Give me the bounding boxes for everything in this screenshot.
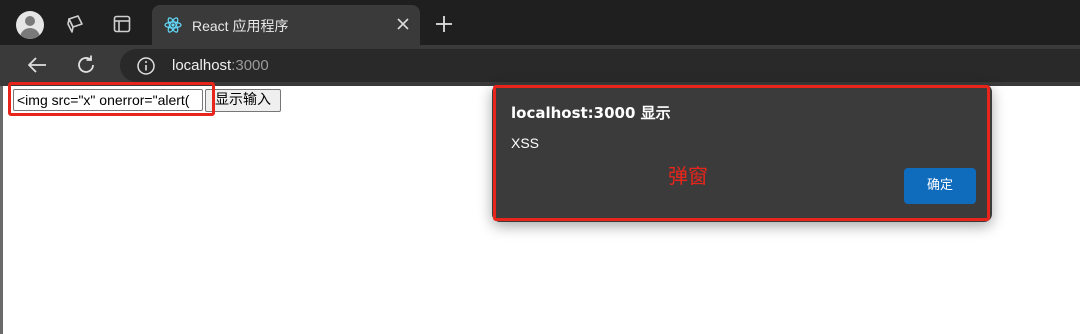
browser-window: React 应用程序 localhost:3000 <img src="x" o… bbox=[0, 0, 1080, 334]
react-logo-icon bbox=[164, 17, 182, 33]
site-info-icon[interactable] bbox=[136, 56, 156, 76]
url-text[interactable]: localhost:3000 bbox=[172, 57, 269, 74]
back-arrow-icon[interactable] bbox=[26, 54, 48, 76]
tab-title: React 应用程序 bbox=[192, 18, 289, 34]
alert-dialog: localhost:3000 显示 XSS 弹窗 确定 bbox=[492, 84, 992, 222]
address-bar[interactable]: localhost:3000 bbox=[120, 49, 1080, 82]
url-host: localhost bbox=[172, 57, 232, 74]
tab-strip: React 应用程序 bbox=[0, 0, 1080, 45]
close-tab-icon[interactable] bbox=[394, 15, 412, 33]
show-input-button[interactable]: 显示输入 bbox=[205, 89, 281, 112]
profile-avatar[interactable] bbox=[16, 11, 44, 39]
refresh-icon[interactable] bbox=[75, 54, 97, 76]
navigation-bar: localhost:3000 bbox=[0, 45, 1080, 86]
url-port: :3000 bbox=[231, 57, 269, 74]
tab-actions-icon[interactable] bbox=[112, 14, 132, 34]
tab-react-app[interactable]: React 应用程序 bbox=[152, 5, 420, 45]
workspaces-icon[interactable] bbox=[65, 14, 85, 34]
dialog-highlight-box bbox=[493, 85, 990, 221]
new-tab-icon[interactable] bbox=[434, 14, 454, 34]
input-highlight-box bbox=[8, 82, 215, 116]
